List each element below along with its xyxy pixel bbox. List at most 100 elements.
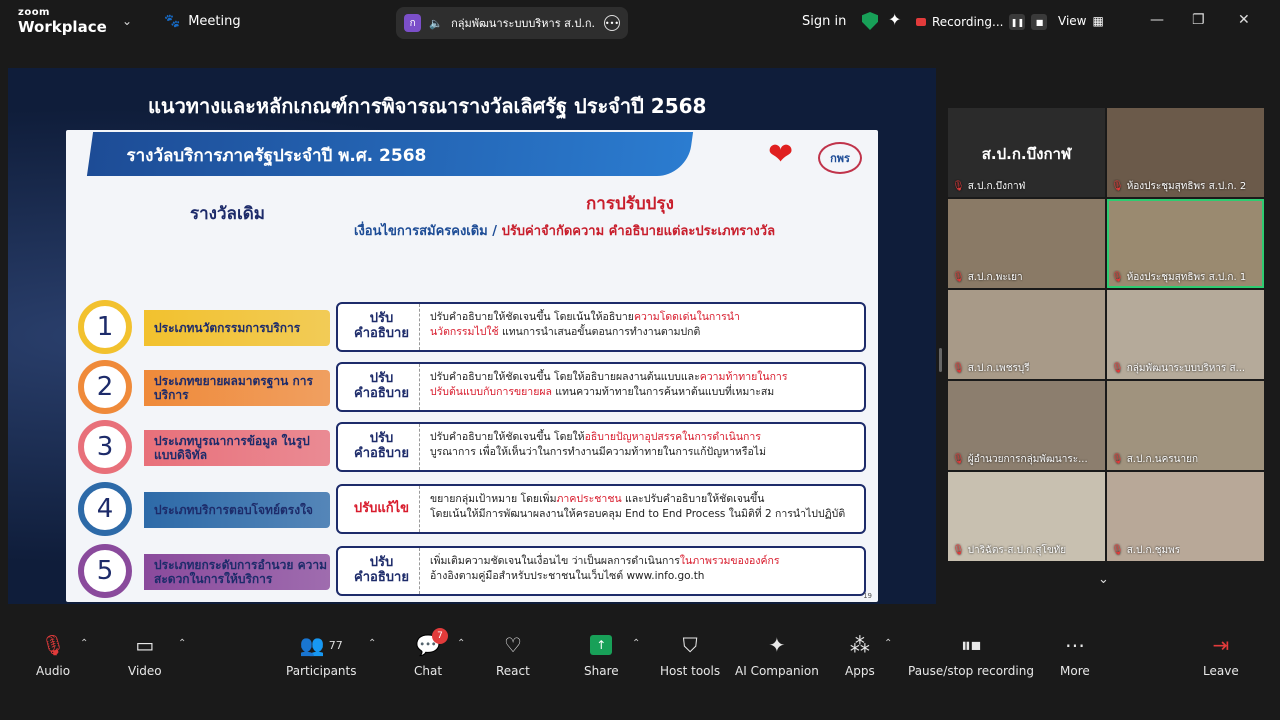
meeting-label: Meeting	[188, 14, 241, 29]
desc-text: อ้างอิงตามคู่มือสำหรับประชาชนในเว็บไซต์ …	[430, 570, 705, 583]
award-row: 3 ประเภทบูรณาการข้อมูล ในรูปแบบดิจิทัล ปรั…	[78, 420, 868, 476]
improvement-box: ปรับ คำอธิบาย ปรับคำอธิบายให้ชัดเจนขึ้น โ…	[336, 302, 866, 352]
meeting-menu[interactable]: 🐾 Meeting	[164, 14, 241, 29]
desc-highlight: ปรับต้นแบบกับการขยายผล	[430, 386, 552, 399]
participant-tile[interactable]: 🎙 กลุ่มพัฒนาระบบบริหาร ส...	[1107, 290, 1264, 379]
chevron-down-icon[interactable]: ⌄	[122, 14, 132, 28]
award-number: 2	[78, 360, 132, 414]
share-label: Share	[584, 664, 619, 678]
participant-label: 🎙 ส.ป.ก.บึงกาฬ	[952, 179, 1025, 194]
pause-stop-recording-button[interactable]: ⏸⏹ Pause/stop recording	[908, 632, 1034, 678]
participant-tile[interactable]: 🎙 ผู้อำนวยการกลุ่มพัฒนาระ...	[948, 381, 1105, 470]
active-speaker-pill[interactable]: ก 🔈 กลุ่มพัฒนาระบบบริหาร ส.ป.ก.'s S •••	[396, 7, 628, 39]
participant-label: 🎙 ห้องประชุมสุทธิพร ส.ป.ก. 1	[1111, 270, 1246, 285]
heart-react-icon: ♡	[503, 633, 522, 657]
desc-highlight: อธิบายปัญหาอุปสรรคในการดำเนินการ	[584, 431, 761, 443]
security-shield-icon[interactable]	[862, 12, 878, 30]
desc-text: ปรับคำอธิบายให้ชัดเจนขึ้น โดยให้อธิบายผล…	[430, 371, 700, 383]
video-options-caret-icon[interactable]: ⌃	[178, 638, 186, 649]
meeting-toolbar: 🎙 Audio ⌃ ▭ Video ⌃ 👥 77 Participants ⌃ 💬…	[0, 620, 1280, 720]
participant-name: ส.ป.ก.พะเยา	[967, 272, 1023, 283]
desc-text: ปรับคำอธิบายให้ชัดเจนขึ้น โดยให้	[430, 431, 585, 443]
award-number: 3	[78, 420, 132, 474]
improvement-action: ปรับ คำอธิบาย	[344, 424, 420, 470]
ai-companion-sparkle-icon: ✦	[768, 633, 786, 657]
participant-tile[interactable]: 🎙 ห้องประชุมสุทธิพร ส.ป.ก. 1	[1107, 199, 1264, 288]
page-number: 19	[863, 592, 872, 600]
share-options-caret-icon[interactable]: ⌃	[632, 638, 640, 649]
participant-tile[interactable]: ส.ป.ก.บึงกาฬ 🎙 ส.ป.ก.บึงกาฬ	[948, 108, 1105, 197]
heading-improvement: การปรับปรุง	[586, 194, 674, 214]
ai-companion-button[interactable]: ✦ AI Companion	[735, 632, 819, 678]
shield-icon: ⛉	[682, 633, 698, 657]
host-tools-button[interactable]: ⛉ Host tools	[660, 632, 720, 678]
participant-label: 🎙 กลุ่มพัฒนาระบบบริหาร ส...	[1111, 361, 1245, 376]
audio-options-caret-icon[interactable]: ⌃	[80, 638, 88, 649]
participant-label: 🎙 ส.ป.ก.เพชรบุรี	[952, 361, 1030, 376]
participants-options-caret-icon[interactable]: ⌃	[368, 638, 376, 649]
improvement-action: ปรับแก้ไข	[344, 486, 420, 532]
desc-text: แทนความท้าทายในการค้นหาต้นแบบที่เหมาะสม	[551, 386, 775, 399]
ai-sparkle-icon[interactable]: ✦	[888, 10, 901, 29]
participant-tile[interactable]: 🎙 ปาริฉัตร-ส.ป.ก.สุโขทัย	[948, 472, 1105, 561]
speaker-icon: 🔈	[429, 16, 444, 30]
improvement-action: ปรับ คำอธิบาย	[344, 304, 420, 350]
improvement-box: ปรับแก้ไข ขยายกลุ่มเป้าหมาย โดยเพิ่มภาคปร…	[336, 484, 866, 534]
desc-text: บูรณาการ เพื่อให้เห็นว่าในการทำงานมีความ…	[430, 446, 766, 459]
restore-window-icon[interactable]: ❐	[1192, 12, 1205, 28]
participant-tile[interactable]: 🎙 ส.ป.ก.เพชรบุรี	[948, 290, 1105, 379]
participant-name: ห้องประชุมสุทธิพร ส.ป.ก. 1	[1126, 272, 1247, 283]
react-button[interactable]: ♡ React	[496, 632, 530, 678]
apps-options-caret-icon[interactable]: ⌃	[884, 638, 892, 649]
participant-name: ส.ป.ก.เพชรบุรี	[967, 363, 1030, 374]
more-button[interactable]: ⋯ More	[1060, 632, 1090, 678]
award-number: 5	[78, 544, 132, 598]
desc-highlight: ภาคประชาชน	[556, 493, 622, 505]
participant-tile[interactable]: 🎙 ส.ป.ก.นครนายก	[1107, 381, 1264, 470]
participants-button[interactable]: 👥 77 Participants	[286, 632, 357, 678]
more-options-icon[interactable]: •••	[604, 15, 620, 31]
participant-name: ผู้อำนวยการกลุ่มพัฒนาระ...	[967, 454, 1088, 465]
more-label: More	[1060, 664, 1090, 678]
subheading-red: ปรับค่าจำกัดความ คำอธิบายแต่ละประเภทรางว…	[501, 224, 776, 239]
close-icon[interactable]: ✕	[1238, 12, 1250, 28]
apps-button[interactable]: ⁂ Apps	[845, 632, 875, 678]
participant-tile[interactable]: 🎙 ห้องประชุมสุทธิพร ส.ป.ก. 2	[1107, 108, 1264, 197]
desc-text: และปรับคำอธิบายให้ชัดเจนขึ้น	[621, 493, 765, 505]
leave-button[interactable]: ⇥ Leave	[1203, 632, 1239, 678]
sign-in-link[interactable]: Sign in	[802, 14, 846, 29]
improvement-description: เพิ่มเติมความชัดเจนในเงื่อนไข ว่าเป็นผลก…	[430, 554, 860, 584]
participant-name: ห้องประชุมสุทธิพร ส.ป.ก. 2	[1126, 181, 1247, 192]
video-button[interactable]: ▭ Video	[128, 632, 162, 678]
award-row: 4 ประเภทบริการตอบโจทย์ตรงใจ ปรับแก้ไข ขยายก…	[78, 482, 868, 538]
panel-resize-handle[interactable]	[939, 348, 942, 372]
banner-text: รางวัลบริการภาครัฐประจำปี พ.ศ. 2568	[126, 146, 427, 166]
award-number: 1	[78, 300, 132, 354]
share-screen-icon: ↑	[590, 635, 613, 655]
pause-recording-icon[interactable]: ❚❚	[1009, 14, 1026, 30]
participant-tile[interactable]: 🎙 ส.ป.ก.พะเยา	[948, 199, 1105, 288]
improvement-description: ปรับคำอธิบายให้ชัดเจนขึ้น โดยให้อธิบายผล…	[430, 370, 860, 400]
video-camera-icon: ▭	[135, 633, 155, 657]
share-button[interactable]: ↑ Share	[584, 632, 619, 678]
participants-count: 77	[328, 638, 343, 652]
scroll-down-chevron-icon[interactable]: ⌄	[1098, 572, 1109, 587]
mic-muted-icon: 🎙	[40, 633, 66, 657]
participant-tile[interactable]: 🎙 ส.ป.ก.ชุมพร	[1107, 472, 1264, 561]
view-menu[interactable]: View ▦	[1058, 14, 1104, 28]
more-dots-icon: ⋯	[1064, 633, 1085, 657]
chat-options-caret-icon[interactable]: ⌃	[457, 638, 465, 649]
mic-muted-icon: 🎙	[952, 363, 965, 374]
paw-icon: 🐾	[164, 14, 181, 29]
stop-recording-icon[interactable]: ■	[1031, 14, 1048, 30]
slide-title: แนวทางและหลักเกณฑ์การพิจารณารางวัลเลิศรั…	[148, 94, 707, 118]
participant-label: 🎙 ส.ป.ก.ชุมพร	[1111, 543, 1180, 558]
award-category: ประเภทขยายผลมาตรฐาน การบริการ	[144, 370, 330, 406]
participants-label: Participants	[286, 664, 357, 678]
minimize-icon[interactable]: —	[1150, 12, 1164, 28]
mic-muted-icon: 🎙	[1111, 181, 1124, 192]
audio-button[interactable]: 🎙 Audio	[36, 632, 70, 678]
participants-icon: 👥 77	[299, 633, 343, 657]
mic-muted-icon: 🎙	[952, 272, 965, 283]
heading-old-award: รางวัลเดิม	[190, 204, 265, 224]
